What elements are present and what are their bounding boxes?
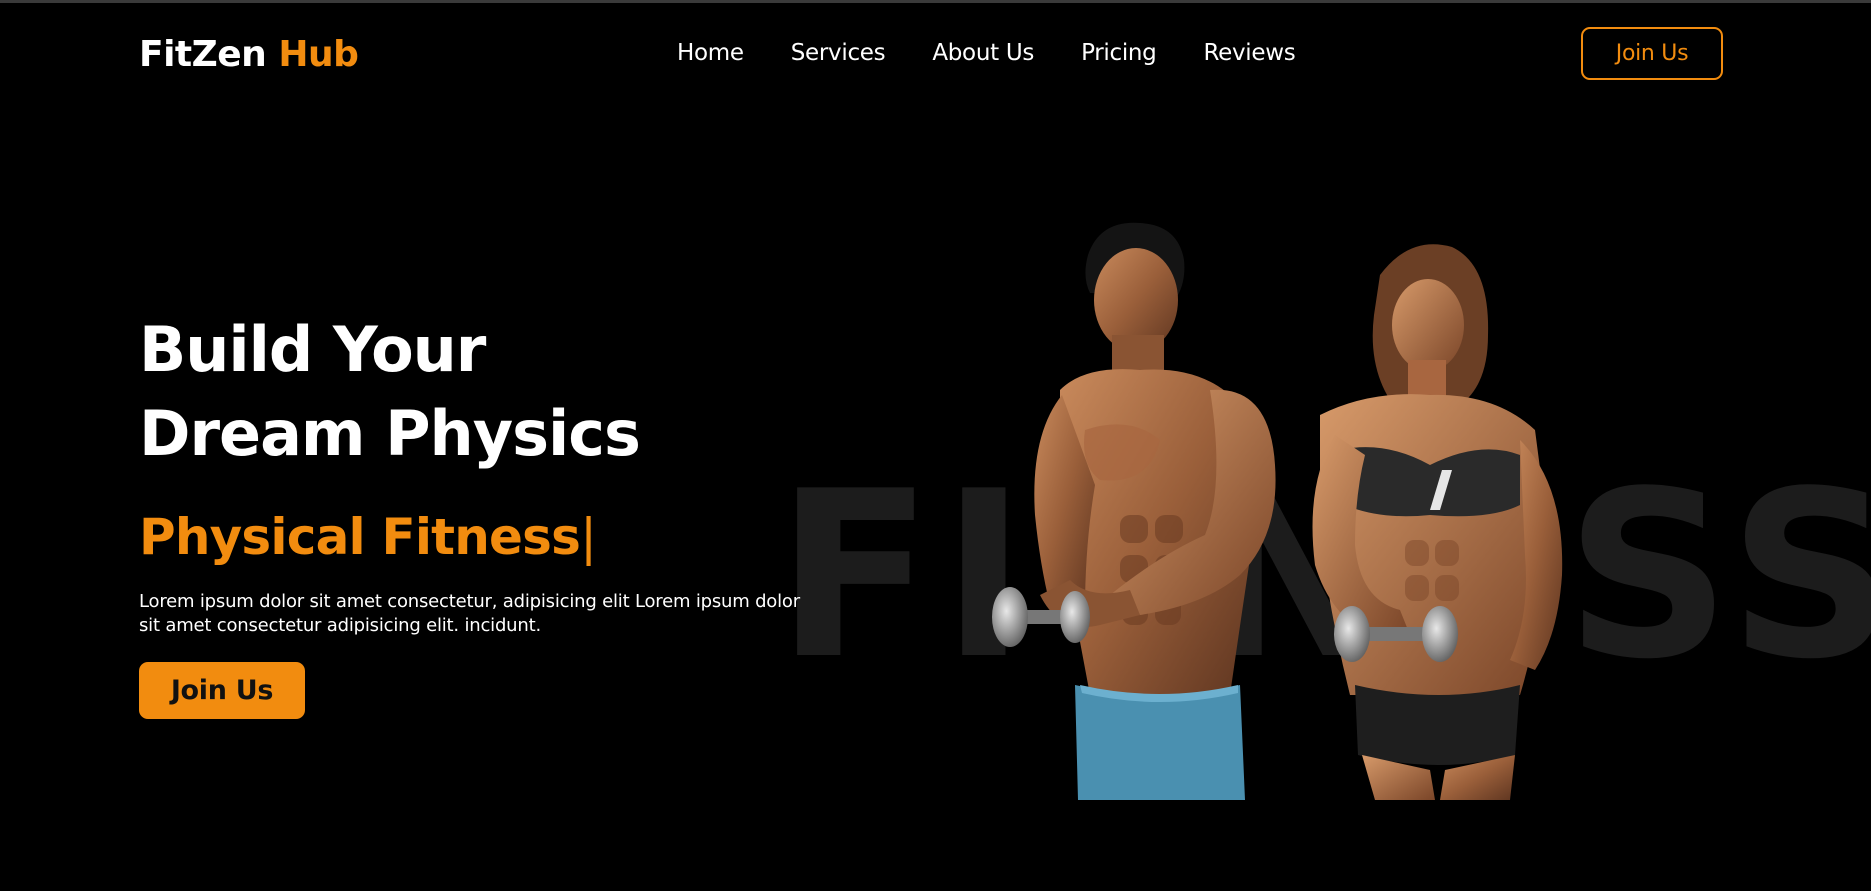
brand-name-primary: FitZen <box>139 34 267 75</box>
nav-item-home[interactable]: Home <box>677 40 744 66</box>
hero-subtitle: Physical Fitness| <box>139 508 597 566</box>
nav-item-reviews[interactable]: Reviews <box>1204 40 1296 66</box>
nav-item-pricing[interactable]: Pricing <box>1081 40 1157 66</box>
nav-item-about-us[interactable]: About Us <box>932 40 1034 66</box>
top-border <box>0 0 1871 3</box>
typing-caret: | <box>580 508 597 566</box>
hero-join-button[interactable]: Join Us <box>139 662 305 719</box>
hero-subtitle-text: Physical Fitness <box>139 508 581 566</box>
brand-logo[interactable]: FitZen Hub <box>139 34 359 75</box>
hero-description: Lorem ipsum dolor sit amet consectetur, … <box>139 591 800 636</box>
male-athlete <box>992 222 1276 800</box>
hero-title: Build Your Dream Physics <box>139 308 641 476</box>
nav-join-button[interactable]: Join Us <box>1581 27 1723 80</box>
hero-title-line-1: Build Your <box>139 313 486 386</box>
female-athlete <box>1312 244 1563 800</box>
main-nav: Home Services About Us Pricing Reviews <box>677 40 1296 66</box>
athletes-hero-image <box>992 222 1563 800</box>
nav-item-services[interactable]: Services <box>791 40 886 66</box>
hero-title-line-2: Dream Physics <box>139 397 641 470</box>
brand-name-accent: Hub <box>278 34 359 75</box>
